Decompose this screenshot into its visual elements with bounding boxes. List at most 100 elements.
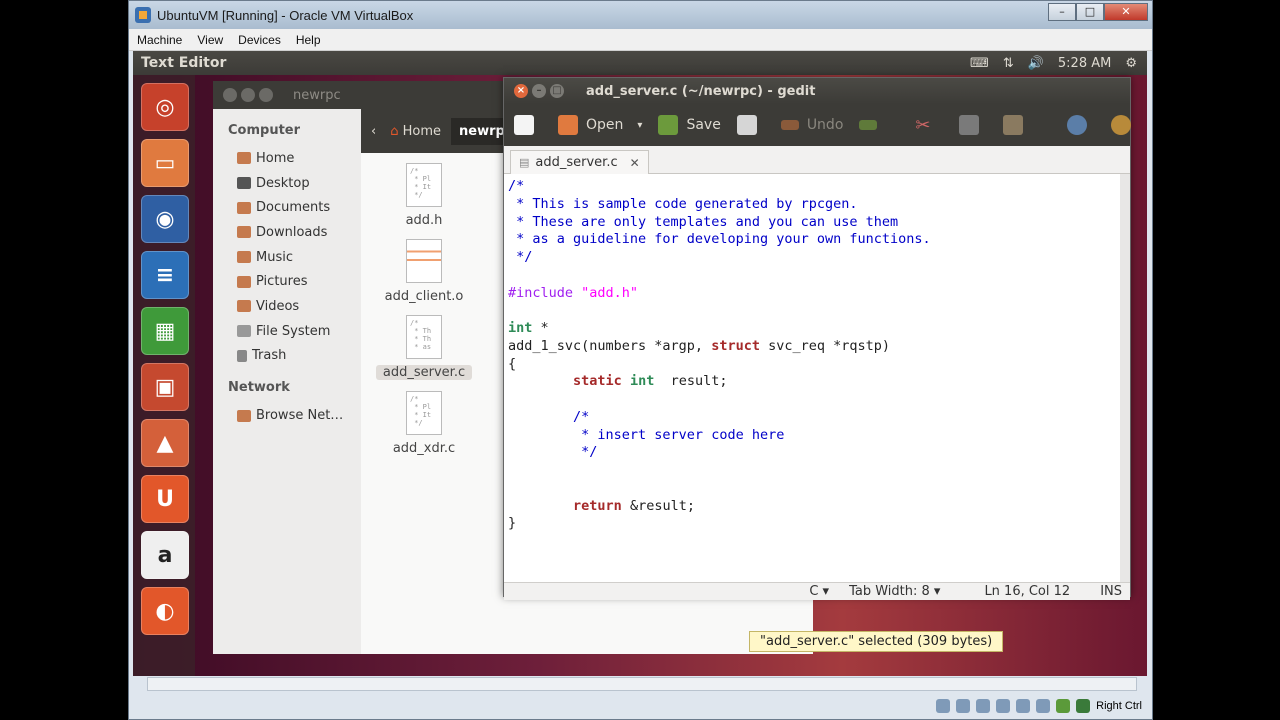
menu-machine[interactable]: Machine	[137, 33, 182, 47]
print-icon	[736, 115, 757, 135]
breadcrumb-home[interactable]: ⌂ Home	[390, 124, 441, 139]
save-button[interactable]: Save	[658, 115, 721, 135]
ubuntu-one-icon[interactable]: U	[141, 475, 189, 523]
open-dropdown-icon[interactable]: ▾	[637, 120, 642, 131]
replace-button[interactable]	[1111, 115, 1139, 135]
optical-drive-icon[interactable]	[956, 699, 971, 713]
new-document-icon	[514, 115, 534, 135]
file-name: add_server.c	[376, 365, 472, 380]
mouse-integration-icon[interactable]	[1056, 699, 1071, 713]
home-icon: ⌂	[390, 123, 399, 139]
gedit-statusbar: C ▾ Tab Width: 8 ▾ Ln 16, Col 12 INS	[504, 582, 1130, 600]
sidebar-item-trash[interactable]: Trash	[213, 344, 361, 369]
sidebar-item-desktop[interactable]: Desktop	[213, 171, 361, 196]
gedit-maximize-button[interactable]: □	[550, 84, 564, 98]
files-icon[interactable]: ▭	[141, 139, 189, 187]
fm-minimize-button[interactable]	[241, 88, 255, 102]
firefox-icon[interactable]: ◉	[141, 195, 189, 243]
usb-icon[interactable]	[976, 699, 991, 713]
virtualbox-icon	[135, 7, 151, 23]
find-button[interactable]	[1067, 115, 1095, 135]
paste-button[interactable]	[1003, 115, 1031, 135]
sidebar-item-music[interactable]: Music	[213, 245, 361, 270]
volume-icon[interactable]: 🔊	[1028, 56, 1044, 71]
minimize-button[interactable]: –	[1048, 3, 1076, 21]
pictures-folder-icon	[237, 275, 251, 288]
gedit-toolbar: Open ▾ Save Undo ✂	[504, 104, 1132, 146]
selection-status-tooltip: "add_server.c" selected (309 bytes)	[749, 631, 1004, 652]
file-item[interactable]: /* * Pl * It */ add.h	[376, 163, 472, 228]
sidebar-item-videos[interactable]: Videos	[213, 294, 361, 319]
redo-button[interactable]	[859, 120, 885, 130]
ubuntu-one-music-icon[interactable]: ◐	[141, 587, 189, 635]
hard-disk-icon[interactable]	[936, 699, 951, 713]
trash-icon	[237, 349, 247, 362]
language-selector[interactable]: C ▾	[809, 584, 829, 599]
gedit-window: × – □ add_server.c (~/newrpc) - gedit Op…	[503, 77, 1132, 600]
undo-arrow-icon	[780, 120, 799, 130]
tab-label: add_server.c	[535, 155, 618, 170]
clock[interactable]: 5:28 AM	[1058, 56, 1111, 71]
settings-gear-icon[interactable]: ⚙	[1125, 56, 1137, 71]
guest-screen: Text Editor ⌨ ⇅ 🔊 5:28 AM ⚙ ◎ ▭ ◉ ≡ ▦ ▣ …	[133, 51, 1147, 676]
editor-vertical-scrollbar[interactable]	[1120, 174, 1130, 582]
c-source-file-icon: /* * Pl * It */	[406, 391, 442, 435]
tab-close-icon[interactable]: ✕	[630, 156, 640, 170]
document-tabs: ▤ add_server.c ✕	[504, 146, 1130, 174]
places-sidebar: Computer Home Desktop Documents Download…	[213, 109, 361, 654]
sidebar-item-file-system[interactable]: File System	[213, 319, 361, 344]
network-folder-icon	[237, 409, 251, 422]
fm-close-button[interactable]	[223, 88, 237, 102]
file-item[interactable]: /* * Pl * It */ add_xdr.c	[376, 391, 472, 456]
gedit-close-button[interactable]: ×	[514, 84, 528, 98]
tab-width-selector[interactable]: Tab Width: 8 ▾	[849, 584, 940, 599]
amazon-icon[interactable]: a	[141, 531, 189, 579]
cursor-position: Ln 16, Col 12	[984, 584, 1071, 599]
new-document-button[interactable]	[514, 115, 542, 135]
network-adapter-icon[interactable]	[996, 699, 1011, 713]
downloads-folder-icon	[237, 226, 251, 239]
tab-add-server-c[interactable]: ▤ add_server.c ✕	[510, 150, 649, 174]
writer-icon[interactable]: ≡	[141, 251, 189, 299]
undo-button[interactable]: Undo	[780, 117, 843, 133]
file-name: add.h	[405, 213, 443, 228]
display-icon[interactable]	[1036, 699, 1051, 713]
close-button[interactable]: ✕	[1104, 3, 1148, 21]
maximize-button[interactable]: □	[1076, 3, 1104, 21]
menu-view[interactable]: View	[197, 33, 223, 47]
vbox-horizontal-scrollbar[interactable]	[147, 677, 1137, 691]
host-key-icon[interactable]	[1076, 699, 1091, 713]
host-key-label: Right Ctrl	[1096, 700, 1142, 712]
object-file-icon	[406, 239, 442, 283]
software-center-icon[interactable]: ▲	[141, 419, 189, 467]
open-folder-icon	[558, 115, 578, 135]
home-folder-icon	[237, 152, 251, 165]
print-button[interactable]	[736, 115, 765, 135]
menu-devices[interactable]: Devices	[238, 33, 281, 47]
sidebar-item-home[interactable]: Home	[213, 146, 361, 171]
sidebar-item-browse-network[interactable]: Browse Net…	[213, 403, 361, 428]
impress-icon[interactable]: ▣	[141, 363, 189, 411]
network-icon[interactable]: ⇅	[1003, 56, 1014, 71]
sidebar-item-downloads[interactable]: Downloads	[213, 220, 361, 245]
file-item-selected[interactable]: /* * Th * Th * as add_server.c	[376, 315, 472, 380]
calc-icon[interactable]: ▦	[141, 307, 189, 355]
dash-home-icon[interactable]: ◎	[141, 83, 189, 131]
shared-folders-icon[interactable]	[1016, 699, 1031, 713]
vbox-titlebar: UbuntuVM [Running] - Oracle VM VirtualBo…	[129, 1, 1152, 29]
gedit-minimize-button[interactable]: –	[532, 84, 546, 98]
menu-help[interactable]: Help	[296, 33, 321, 47]
document-icon: ▤	[519, 156, 530, 169]
file-item[interactable]: add_client.o	[376, 239, 472, 304]
open-button[interactable]: Open ▾	[558, 115, 642, 135]
copy-button[interactable]	[959, 115, 987, 135]
gedit-title: add_server.c (~/newrpc) - gedit	[586, 83, 816, 99]
vbox-statusbar: Right Ctrl	[129, 693, 1152, 719]
sidebar-item-pictures[interactable]: Pictures	[213, 269, 361, 294]
keyboard-icon[interactable]: ⌨	[970, 56, 989, 71]
sidebar-item-documents[interactable]: Documents	[213, 195, 361, 220]
fm-maximize-button[interactable]	[259, 88, 273, 102]
code-editor[interactable]: /* * This is sample code generated by rp…	[504, 174, 1130, 582]
back-arrow-icon[interactable]: ‹	[371, 124, 376, 139]
cut-button[interactable]: ✂	[915, 115, 943, 136]
